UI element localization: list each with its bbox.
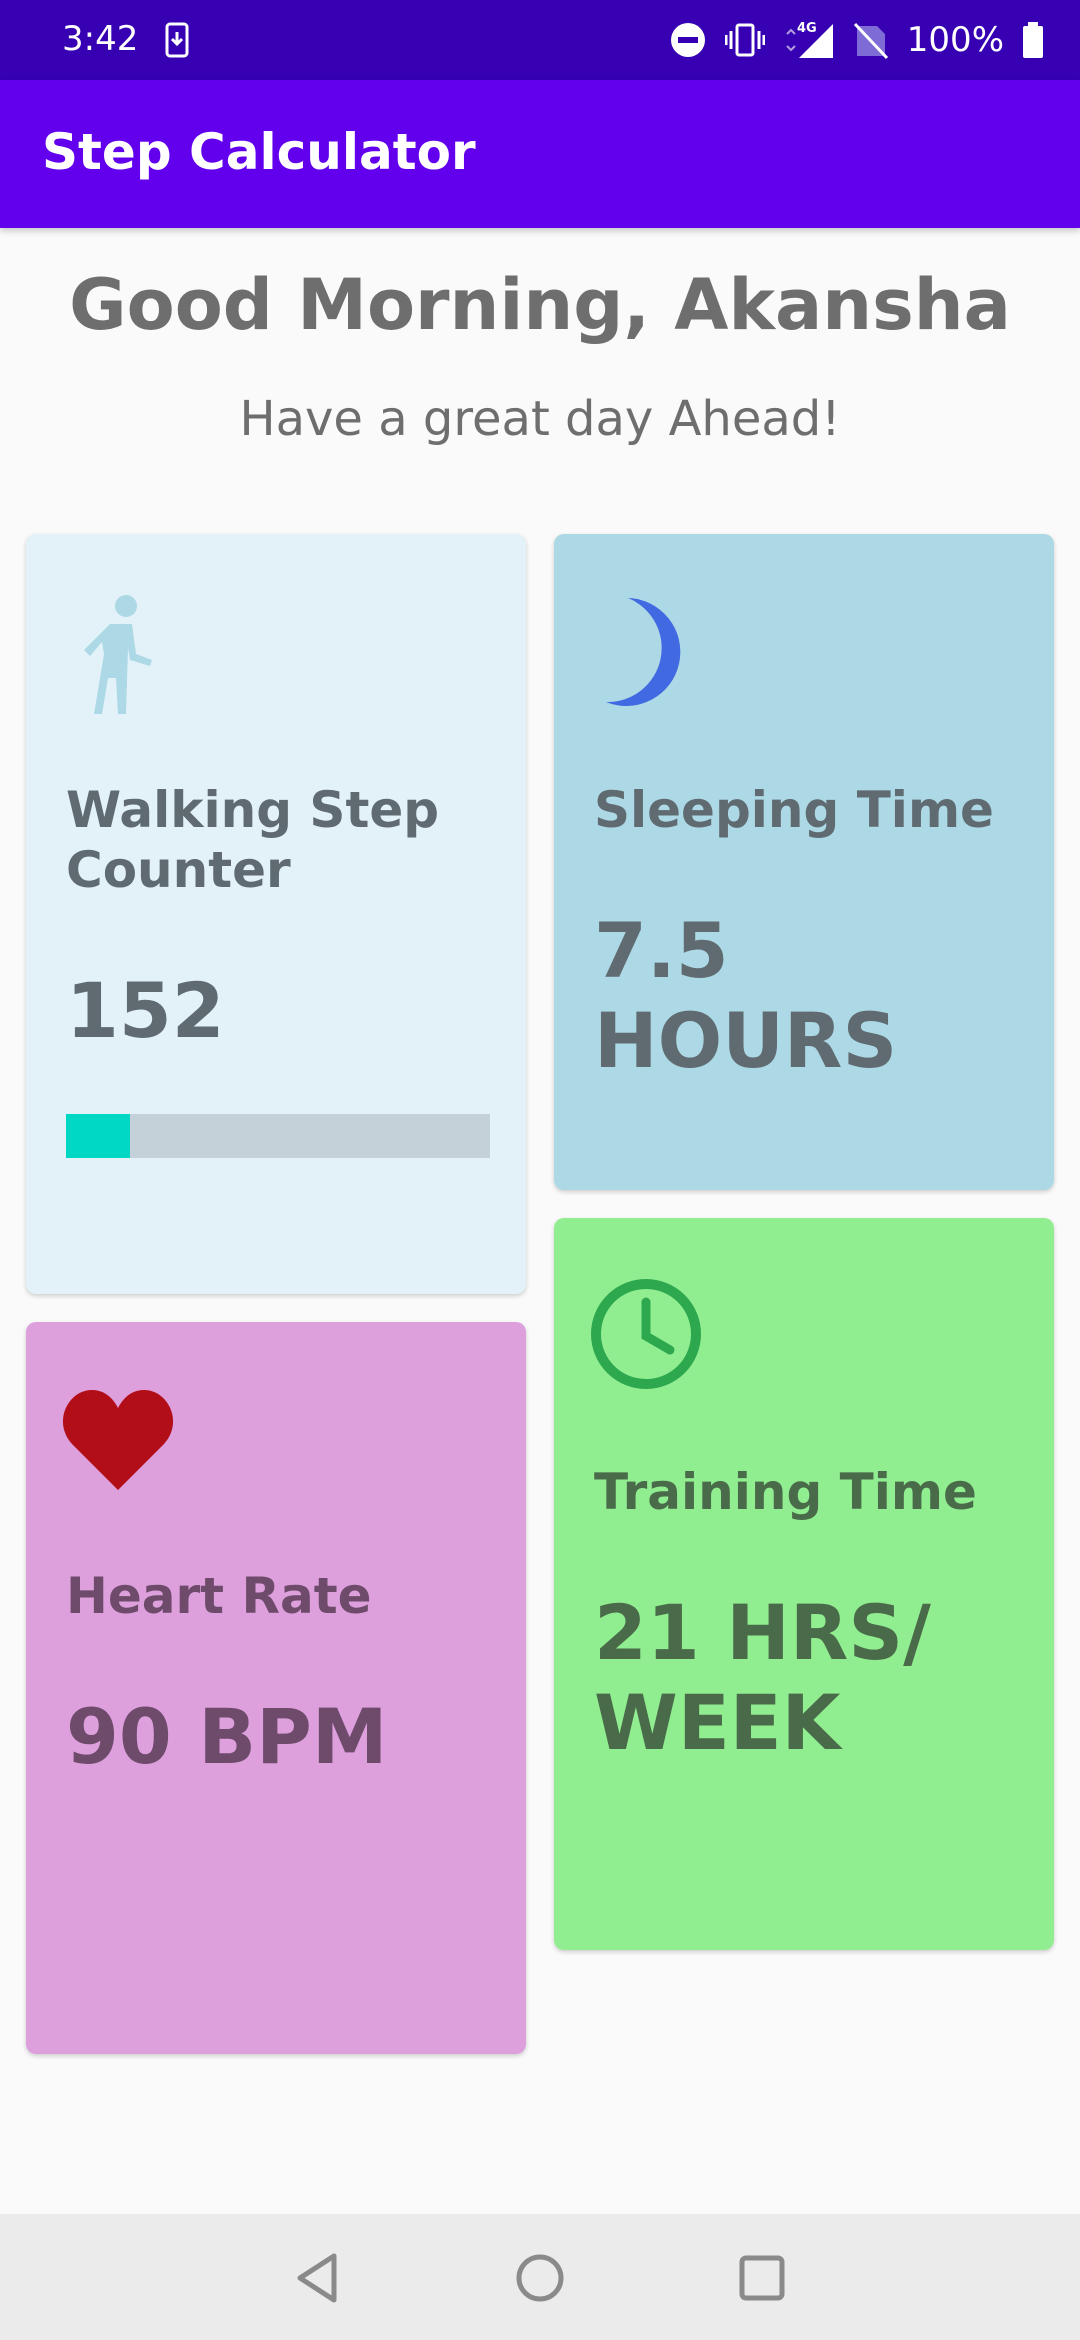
home-icon[interactable] — [512, 2250, 568, 2306]
do-not-disturb-icon — [670, 23, 705, 57]
greeting-subtitle: Have a great day Ahead! — [239, 391, 841, 447]
step-counter-title: Walking Step Counter — [66, 780, 439, 900]
back-icon[interactable] — [290, 2250, 346, 2306]
moon-icon — [606, 598, 681, 706]
training-time-value: 21 HRS/ WEEK — [594, 1588, 931, 1768]
heart-rate-title: Heart Rate — [66, 1567, 372, 1625]
status-time: 3:42 — [62, 19, 139, 59]
sleep-time-title: Sleeping Time — [594, 781, 994, 839]
sleep-time-card[interactable]: Sleeping Time 7.5 HOURS — [554, 534, 1054, 1190]
training-time-title: Training Time — [594, 1463, 977, 1521]
app-title: Step Calculator — [42, 123, 476, 181]
app-bar: Step Calculator — [0, 80, 1080, 228]
walking-icon — [84, 595, 152, 714]
battery-percentage: 100% — [906, 20, 1004, 60]
training-time-value-line2: WEEK — [594, 1678, 841, 1767]
download-icon — [165, 22, 189, 58]
no-sim-icon — [853, 22, 888, 60]
status-bar: 3:42 4G 100% — [0, 0, 1080, 80]
step-progress-bar — [66, 1114, 490, 1158]
heart-icon — [62, 1390, 174, 1490]
step-count-value: 152 — [66, 966, 225, 1055]
training-time-card[interactable]: Training Time 21 HRS/ WEEK — [554, 1218, 1054, 1950]
sleep-time-value: 7.5 HOURS — [594, 906, 898, 1085]
navigation-bar — [0, 2214, 1080, 2340]
battery-icon — [1023, 22, 1043, 58]
network-type: 4G — [797, 21, 817, 36]
greeting-title: Good Morning, Akansha — [69, 264, 1011, 346]
step-counter-title-line1: Walking Step — [66, 781, 440, 839]
step-counter-title-line2: Counter — [66, 841, 291, 899]
heart-rate-value: 90 BPM — [66, 1692, 388, 1781]
step-progress-fill — [66, 1114, 130, 1158]
step-counter-card[interactable]: Walking Step Counter 152 — [26, 534, 526, 1294]
recents-icon[interactable] — [734, 2250, 790, 2306]
vibrate-icon — [724, 23, 765, 57]
status-icons: 4G 100% — [669, 16, 1044, 64]
training-time-value-line1: 21 HRS/ — [594, 1588, 931, 1677]
signal-icon: 4G — [786, 21, 833, 58]
heart-rate-card[interactable]: Heart Rate 90 BPM — [26, 1322, 526, 2054]
clock-icon — [591, 1279, 701, 1389]
